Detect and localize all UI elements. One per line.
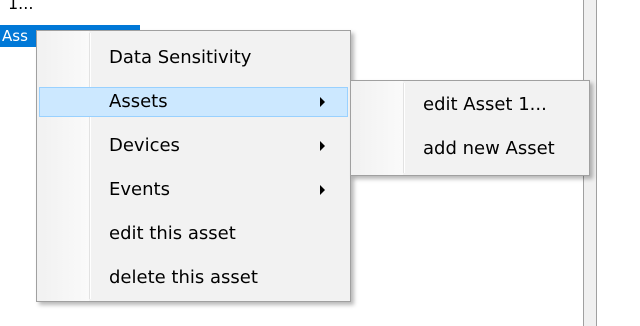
menu-item-label: Data Sensitivity bbox=[109, 47, 252, 68]
context-menu: Data Sensitivity Assets Devices Events e… bbox=[36, 30, 351, 302]
submenu-arrow-icon bbox=[320, 141, 325, 151]
menu-item-label: delete this asset bbox=[109, 267, 258, 288]
menu-item-assets[interactable]: Assets bbox=[39, 87, 348, 117]
menu-item-delete-this-asset[interactable]: delete this asset bbox=[39, 263, 348, 293]
menu-item-label: add new Asset bbox=[423, 138, 555, 159]
submenu-arrow-icon bbox=[320, 185, 325, 195]
submenu-arrow-icon bbox=[320, 97, 325, 107]
menu-item-label: Devices bbox=[109, 135, 180, 156]
menu-item-edit-this-asset[interactable]: edit this asset bbox=[39, 219, 348, 249]
menu-item-label: edit Asset 1... bbox=[423, 94, 547, 115]
menu-item-events[interactable]: Events bbox=[39, 175, 348, 205]
menu-item-devices[interactable]: Devices bbox=[39, 131, 348, 161]
submenu-item-add-new-asset[interactable]: add new Asset bbox=[353, 134, 587, 164]
menu-item-label: Events bbox=[109, 179, 170, 200]
submenu-item-edit-asset[interactable]: edit Asset 1... bbox=[353, 90, 587, 120]
assets-submenu: edit Asset 1... add new Asset bbox=[350, 80, 590, 176]
menu-item-label: Assets bbox=[109, 91, 168, 112]
menu-item-label: edit this asset bbox=[109, 223, 236, 244]
menu-item-data-sensitivity[interactable]: Data Sensitivity bbox=[39, 43, 348, 73]
tree-item-top[interactable]: 1... bbox=[8, 0, 33, 13]
